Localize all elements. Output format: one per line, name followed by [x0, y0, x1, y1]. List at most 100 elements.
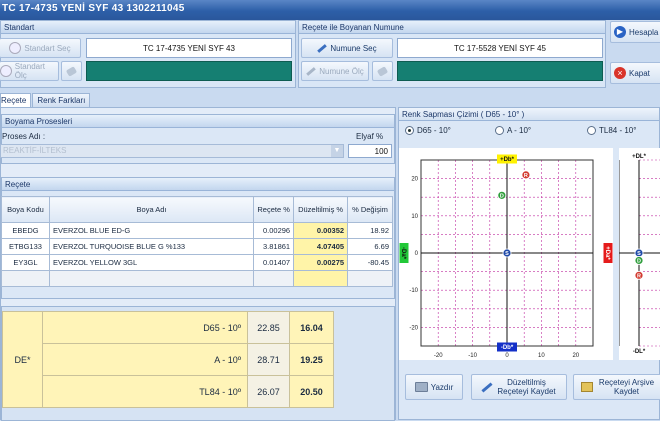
data-point-label: D — [500, 193, 504, 199]
pipette-icon — [480, 381, 493, 393]
process-dropdown[interactable]: REAKTİF-İLTEKS ▼ — [0, 144, 344, 158]
data-point-label: D — [637, 258, 641, 264]
save-corrected-recipe-button[interactable]: Düzeltilmiş Reçeteyi Kaydet — [471, 374, 567, 400]
printer-icon — [414, 382, 428, 392]
table-row[interactable]: EY3GL EVERZOL YELLOW 3GL 0.01407 0.00275… — [1, 254, 393, 271]
col-recipe-pct: Reçete % — [253, 196, 295, 223]
radio-unchecked-icon — [495, 126, 504, 135]
recipe-header: Reçete — [2, 178, 394, 191]
close-button[interactable]: × Kapat — [610, 62, 660, 84]
radio-tl84[interactable]: TL84 - 10° — [587, 126, 636, 135]
standart-measure-button[interactable]: Standart Ölç — [0, 61, 59, 81]
standart-clear-button[interactable] — [61, 61, 82, 81]
process-header: Boyama Prosesleri — [2, 115, 394, 128]
numune-name-field: TC 17-5528 YENİ SYF 45 — [397, 38, 603, 58]
de-row: DE* D65 - 10º 22.85 16.04 — [2, 311, 334, 408]
window-title: TC 17-4735 YENİ SYF 43 1302211045 — [2, 3, 185, 14]
print-button[interactable]: Yazdır — [405, 374, 463, 400]
y-tick-label: -10 — [409, 288, 418, 294]
x-tick-label: -20 — [434, 353, 443, 359]
radio-unchecked-icon — [587, 126, 596, 135]
x-tick-label: -10 — [468, 353, 477, 359]
illuminant-radio-group: D65 - 10° A - 10° TL84 - 10° — [405, 126, 660, 138]
standart-color-swatch — [86, 61, 292, 81]
de-before: 28.71 — [247, 343, 290, 376]
de-label: DE* — [2, 311, 43, 408]
data-point-label: S — [505, 251, 509, 257]
corrected-pct: 4.07405 — [293, 238, 349, 255]
de-group: DE* D65 - 10º 22.85 16.04 A - 10º 28.71 … — [1, 306, 395, 421]
recipe-pct: 3.81861 — [253, 238, 295, 255]
pipette-icon — [317, 43, 328, 53]
eraser-icon — [65, 65, 78, 77]
de-after: 16.04 — [289, 311, 334, 344]
recete-tab-panel: Boyama Prosesleri Proses Adı : Elyaf % R… — [0, 107, 396, 421]
dye-name: EVERZOL TURQUOISE BLUE G %133 — [48, 238, 255, 255]
process-group: Boyama Prosesleri Proses Adı : Elyaf % R… — [0, 114, 395, 164]
col-change-pct: % Değişim — [347, 196, 393, 223]
pipette-icon — [306, 66, 317, 76]
numune-measure-button[interactable]: Numune Ölç — [301, 61, 369, 81]
de-before: 26.07 — [247, 375, 290, 408]
window-title-bar: TC 17-4735 YENİ SYF 43 1302211045 — [0, 0, 660, 20]
change-pct: 6.69 — [347, 238, 393, 255]
tab-renk-farklari[interactable]: Renk Farkları — [32, 93, 91, 107]
bath-ratio-label: Elyaf % — [356, 132, 384, 141]
standart-header: Standart — [1, 21, 295, 34]
recipe-pct: 0.01407 — [253, 254, 295, 271]
y-tick-label: 20 — [411, 177, 418, 183]
standart-name-field: TC 17-4735 YENİ SYF 43 — [86, 38, 292, 58]
de-row: A - 10º 28.71 19.25 — [3, 343, 334, 376]
axis-label-right: +Da* — [604, 246, 610, 260]
radio-d65[interactable]: D65 - 10° — [405, 126, 451, 135]
axis-label-top: +DL* — [632, 154, 647, 160]
table-row[interactable]: EBEDG EVERZOL BLUE ED-G 0.00296 0.00352 … — [1, 222, 393, 239]
numune-header: Reçete ile Boyanan Numune — [299, 21, 605, 34]
data-point-label: R — [524, 173, 528, 179]
spectro-icon — [0, 65, 12, 77]
de-illuminant: TL84 - 10º — [42, 375, 248, 408]
dye-code: EY3GL — [1, 254, 50, 271]
de-row: TL84 - 10º 26.07 20.50 — [3, 375, 334, 408]
table-row-empty[interactable] — [1, 270, 393, 287]
de-before: 22.85 — [247, 311, 290, 344]
col-dye-name: Boya Adı — [48, 196, 255, 223]
recipe-header-row: Boya Kodu Boya Adı Reçete % Düzeltilmiş … — [1, 196, 393, 223]
data-point-label: R — [637, 273, 641, 279]
axis-label-bottom: -DL* — [633, 349, 646, 355]
axis-label-top: +Db* — [500, 157, 515, 163]
radio-a[interactable]: A - 10° — [495, 126, 531, 135]
col-dye-code: Boya Kodu — [1, 196, 50, 223]
y-tick-label: 10 — [411, 214, 418, 220]
de-after: 19.25 — [289, 343, 334, 376]
de-after: 20.50 — [289, 375, 334, 408]
recipe-group: Reçete Boya Kodu Boya Adı Reçete % Düzel… — [1, 177, 395, 299]
table-row[interactable]: ETBG133 EVERZOL TURQUOISE BLUE G %133 3.… — [1, 238, 393, 255]
tab-recete[interactable]: Reçete — [0, 93, 32, 107]
arrow-right-icon: ▶ — [614, 26, 626, 38]
numune-color-swatch — [397, 61, 603, 81]
numune-clear-button[interactable] — [372, 61, 393, 81]
de-table: DE* D65 - 10º 22.85 16.04 A - 10º 28.71 … — [2, 311, 334, 408]
close-icon: × — [614, 67, 626, 79]
change-pct: -80.45 — [347, 254, 393, 271]
chevron-down-icon[interactable]: ▼ — [331, 145, 343, 157]
target-icon — [9, 42, 22, 54]
y-tick-label: -20 — [409, 325, 418, 331]
dadb-chart: -20 -10 0 10 2020100-10-20 +Db*-Db*-Da* +Da* … — [399, 148, 613, 360]
dye-name: EVERZOL YELLOW 3GL — [48, 254, 255, 271]
radio-checked-icon — [405, 126, 414, 135]
standart-group: Standart Standart Seç TC 17-4735 YENİ SY… — [0, 20, 296, 88]
corrected-pct: 0.00352 — [293, 222, 349, 239]
save-recipe-archive-button[interactable]: Reçeteyi Arşive Kaydet — [573, 374, 660, 400]
recipe-pct: 0.00296 — [253, 222, 295, 239]
change-pct: 18.92 — [347, 222, 393, 239]
axis-label-left: -Da* — [400, 247, 406, 260]
numune-select-button[interactable]: Numune Seç — [301, 38, 393, 58]
calculate-button[interactable]: ▶ Hesapla — [610, 21, 660, 43]
standart-select-button[interactable]: Standart Seç — [0, 38, 81, 58]
recipe-table: Boya Kodu Boya Adı Reçete % Düzeltilmiş … — [1, 196, 393, 287]
bath-ratio-input[interactable]: 100 — [348, 144, 392, 158]
dye-code: ETBG133 — [1, 238, 50, 255]
axis-label-bottom: -Db* — [501, 345, 514, 351]
